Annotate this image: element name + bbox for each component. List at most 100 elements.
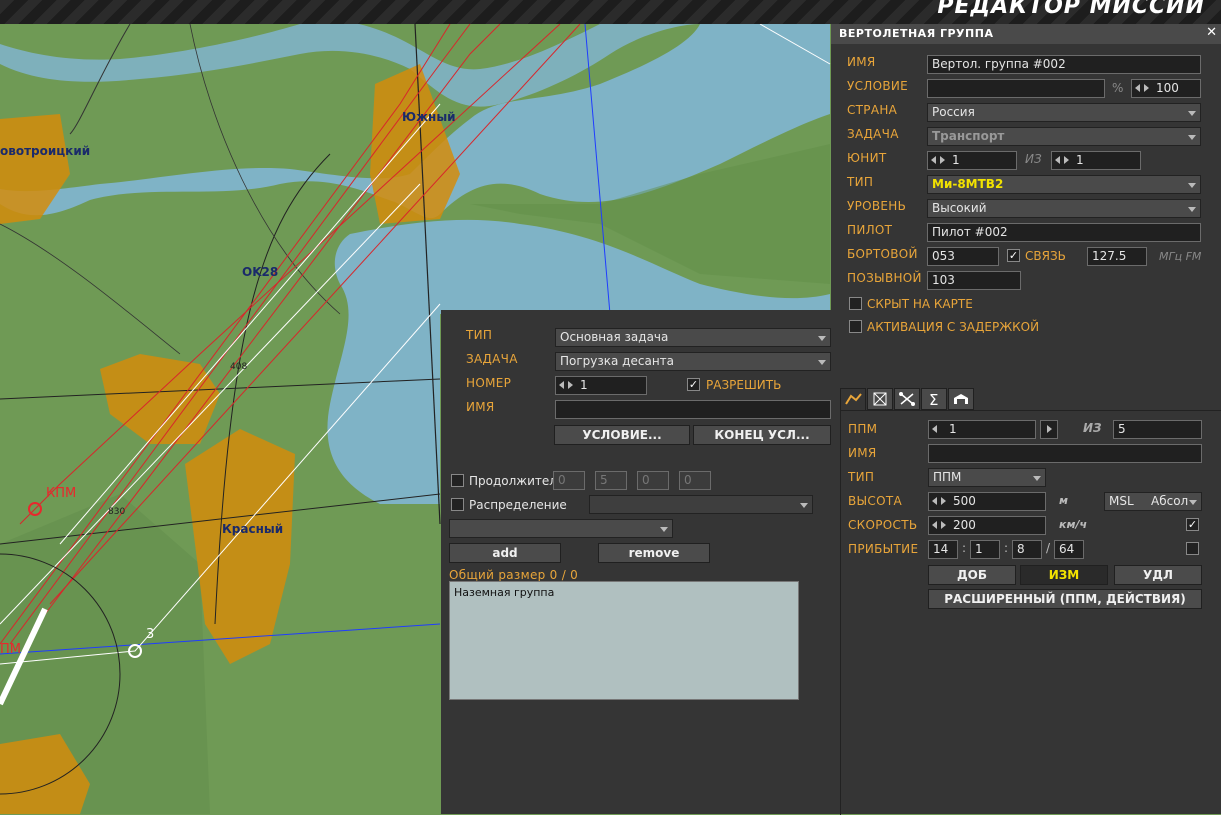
map-label-novotroitsky: овотроицкий (0, 144, 91, 158)
arrow-right-icon[interactable] (941, 521, 946, 529)
map-label-kpm[interactable]: КПМ (46, 486, 76, 501)
unit-total-stepper[interactable]: 1 (1051, 151, 1141, 170)
group-select[interactable] (449, 519, 673, 538)
wp-name-input[interactable] (928, 444, 1202, 463)
unit-stepper[interactable]: 1 (927, 151, 1017, 170)
aircraft-type-value: Ми-8МТВ2 (932, 177, 1004, 191)
tab-hangar[interactable] (948, 388, 974, 410)
ppm-next-button[interactable] (1040, 420, 1058, 439)
add-waypoint-button[interactable]: ДОБ (928, 565, 1016, 585)
edit-waypoint-button[interactable]: ИЗМ (1020, 565, 1108, 585)
onboard-label: БОРТОВОЙ (847, 247, 918, 261)
task-select[interactable]: Транспорт (927, 127, 1201, 146)
arrow-right-icon[interactable] (941, 497, 946, 505)
map-label-ppm[interactable]: ПМ (0, 642, 21, 657)
duration-checkbox[interactable] (451, 474, 464, 487)
duration-field[interactable]: 0 (679, 471, 711, 490)
skill-label: УРОВЕНЬ (847, 199, 907, 213)
aircraft-type-select[interactable]: Ми-8МТВ2 (927, 175, 1201, 194)
altitude-stepper[interactable]: 500 (928, 492, 1046, 511)
arrival-hours[interactable]: 14 (928, 540, 958, 559)
close-icon[interactable]: ✕ (1206, 25, 1217, 40)
task-number-value: 1 (580, 378, 588, 392)
delete-waypoint-button[interactable]: УДЛ (1114, 565, 1202, 585)
task-type-label: ТИП (466, 328, 493, 342)
end-condition-button[interactable]: КОНЕЦ УСЛ... (693, 425, 831, 445)
list-item[interactable]: Наземная группа (450, 582, 798, 603)
arrow-right-icon[interactable] (940, 156, 945, 164)
altitude-ref: MSL (1109, 494, 1134, 508)
arrow-left-icon[interactable] (932, 521, 937, 529)
add-button[interactable]: add (449, 543, 561, 563)
onboard-number-input[interactable]: 053 (927, 247, 999, 266)
group-list[interactable]: Наземная группа (449, 581, 799, 700)
task-type-select[interactable]: Основная задача (555, 328, 831, 347)
task-name-input[interactable] (555, 400, 831, 419)
distribution-select[interactable] (589, 495, 813, 514)
tab-payload[interactable] (894, 388, 920, 410)
name-input[interactable]: Вертол. группа #002 (927, 55, 1201, 74)
arrow-right-icon[interactable] (1064, 156, 1069, 164)
task-number-stepper[interactable]: 1 (555, 376, 647, 395)
arrow-left-icon[interactable] (931, 156, 936, 164)
arrow-right-icon[interactable] (1144, 84, 1149, 92)
allow-checkbox[interactable]: ✓ (687, 378, 700, 391)
day-separator: / (1046, 541, 1051, 555)
distribution-checkbox[interactable] (451, 498, 464, 511)
wp-type-select[interactable]: ППМ (928, 468, 1046, 487)
arrival-seconds[interactable]: 8 (1012, 540, 1042, 559)
callsign-input[interactable]: 103 (927, 271, 1021, 290)
altitude-unit: м (1059, 494, 1068, 507)
duration-field[interactable]: 5 (595, 471, 627, 490)
app-title: РЕДАКТОР МИССИИ (937, 0, 1205, 19)
arrow-left-icon[interactable] (559, 381, 564, 389)
altitude-value: 500 (953, 494, 976, 508)
condition-input[interactable] (927, 79, 1105, 98)
duration-field[interactable]: 0 (637, 471, 669, 490)
arrow-left-icon[interactable] (932, 425, 937, 433)
task-select[interactable]: Погрузка десанта (555, 352, 831, 371)
arrival-minutes[interactable]: 1 (970, 540, 1000, 559)
probability-stepper[interactable]: 100 (1131, 79, 1201, 98)
arrow-left-icon[interactable] (1135, 84, 1140, 92)
ppm-total-input[interactable]: 5 (1113, 420, 1202, 439)
tab-summary[interactable]: Σ (921, 388, 947, 410)
skill-select[interactable]: Высокий (927, 199, 1201, 218)
map-label-yuzhny: Южный (402, 110, 456, 124)
country-value: Россия (932, 105, 975, 119)
tab-targets[interactable] (867, 388, 893, 410)
condition-button[interactable]: УСЛОВИЕ... (554, 425, 690, 445)
map-label-ok28: OK28 (242, 265, 279, 279)
map-label-height-408: 408 (230, 362, 248, 372)
tab-route[interactable] (840, 388, 866, 410)
time-separator: : (1004, 541, 1009, 555)
arrival-day[interactable]: 64 (1054, 540, 1084, 559)
arrow-right-icon (1047, 425, 1052, 433)
late-activation-checkbox[interactable] (849, 320, 862, 333)
arrival-lock-checkbox[interactable] (1186, 542, 1199, 555)
time-separator: : (962, 541, 967, 555)
route-icon (845, 393, 862, 405)
advanced-waypoint-button[interactable]: РАСШИРЕННЫЙ (ППМ, ДЕЙСТВИЯ) (928, 589, 1202, 609)
chevron-down-icon (818, 336, 826, 341)
pilot-input[interactable]: Пилот #002 (927, 223, 1201, 242)
map-label-waypoint-3[interactable]: 3 (146, 627, 154, 642)
task-value: Транспорт (932, 129, 1005, 143)
remove-button[interactable]: remove (598, 543, 710, 563)
arrow-left-icon[interactable] (1055, 156, 1060, 164)
hidden-on-map-checkbox[interactable] (849, 297, 862, 310)
distribution-label: Распределение (469, 498, 567, 512)
speed-lock-checkbox[interactable]: ✓ (1186, 518, 1199, 531)
duration-field[interactable]: 0 (553, 471, 585, 490)
ppm-select[interactable]: 1 (928, 420, 1036, 439)
arrow-left-icon[interactable] (932, 497, 937, 505)
comm-checkbox[interactable]: ✓ (1007, 249, 1020, 262)
altitude-mode-select[interactable]: MSL Абсол (1104, 492, 1202, 511)
speed-stepper[interactable]: 200 (928, 516, 1046, 535)
hangar-icon (954, 394, 968, 404)
wp-type-value: ППМ (933, 470, 962, 484)
arrow-right-icon[interactable] (568, 381, 573, 389)
unit-of-label: ИЗ (1025, 152, 1042, 166)
frequency-input[interactable]: 127.5 (1087, 247, 1147, 266)
country-select[interactable]: Россия (927, 103, 1201, 122)
